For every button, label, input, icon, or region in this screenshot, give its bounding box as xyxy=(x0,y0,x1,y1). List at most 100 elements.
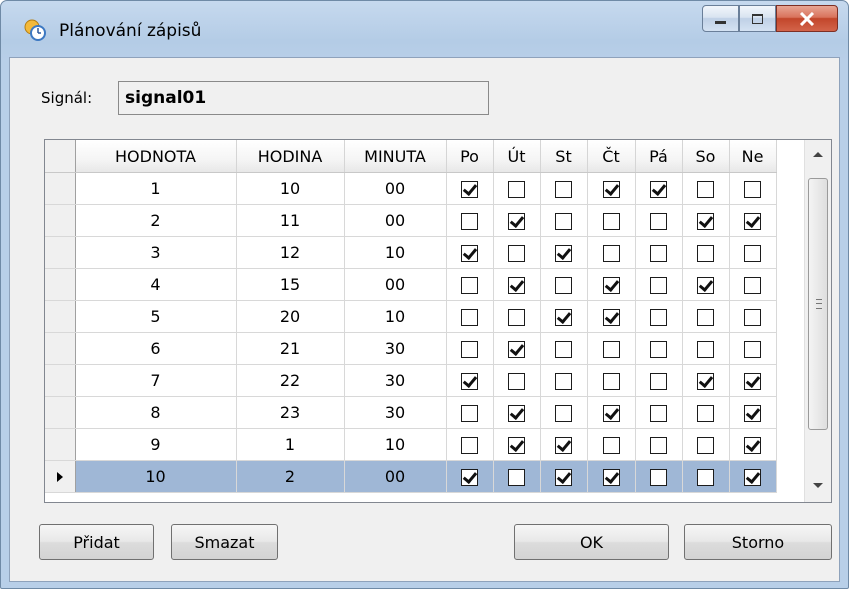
schedule-grid[interactable]: HODNOTA HODINA MINUTA Po Út St Čt Pá So … xyxy=(44,139,832,503)
table-row[interactable]: 5 20 10 xyxy=(45,300,777,333)
column-header-po[interactable]: Po xyxy=(446,140,494,173)
checkbox-pa[interactable] xyxy=(650,213,667,230)
checkbox-ne[interactable] xyxy=(744,213,761,230)
cell-minuta[interactable]: 00 xyxy=(344,460,447,493)
row-header[interactable] xyxy=(45,268,76,301)
checkbox-st[interactable] xyxy=(555,309,572,326)
row-header[interactable] xyxy=(45,364,76,397)
checkbox-ne[interactable] xyxy=(744,309,761,326)
checkbox-pa[interactable] xyxy=(650,245,667,262)
cell-hodnota[interactable]: 7 xyxy=(75,364,237,397)
checkbox-ut[interactable] xyxy=(508,181,525,198)
checkbox-so[interactable] xyxy=(697,277,714,294)
checkbox-po[interactable] xyxy=(461,405,478,422)
checkbox-pa[interactable] xyxy=(650,341,667,358)
column-header-ne[interactable]: Ne xyxy=(729,140,777,173)
cell-hodina[interactable]: 1 xyxy=(236,428,345,461)
scroll-up-icon[interactable] xyxy=(813,152,823,157)
cell-minuta[interactable]: 30 xyxy=(344,396,447,429)
column-header-ct[interactable]: Čt xyxy=(587,140,636,173)
column-header-hodnota[interactable]: HODNOTA xyxy=(75,140,237,173)
row-header[interactable] xyxy=(45,332,76,365)
checkbox-ut[interactable] xyxy=(508,309,525,326)
checkbox-pa[interactable] xyxy=(650,309,667,326)
checkbox-st[interactable] xyxy=(555,437,572,454)
row-header[interactable] xyxy=(45,300,76,333)
cell-minuta[interactable]: 10 xyxy=(344,236,447,269)
cell-hodina[interactable]: 15 xyxy=(236,268,345,301)
row-header[interactable] xyxy=(45,236,76,269)
checkbox-ne[interactable] xyxy=(744,277,761,294)
checkbox-ct[interactable] xyxy=(602,437,620,454)
column-header-so[interactable]: So xyxy=(682,140,730,173)
checkbox-ut[interactable] xyxy=(508,277,525,294)
cell-hodnota[interactable]: 3 xyxy=(75,236,237,269)
checkbox-so[interactable] xyxy=(697,181,714,198)
checkbox-po[interactable] xyxy=(461,181,478,198)
table-row[interactable]: 4 15 00 xyxy=(45,268,777,301)
cell-minuta[interactable]: 00 xyxy=(344,172,447,205)
checkbox-ct[interactable] xyxy=(602,373,620,390)
cell-hodina[interactable]: 12 xyxy=(236,236,345,269)
table-row[interactable]: 8 23 30 xyxy=(45,396,777,429)
checkbox-po[interactable] xyxy=(461,277,478,294)
checkbox-pa[interactable] xyxy=(650,405,667,422)
checkbox-so[interactable] xyxy=(697,213,714,230)
cell-minuta[interactable]: 10 xyxy=(344,428,447,461)
table-row[interactable]: 7 22 30 xyxy=(45,364,777,397)
checkbox-st[interactable] xyxy=(555,181,572,198)
cell-hodnota[interactable]: 1 xyxy=(75,172,237,205)
scrollbar-thumb[interactable] xyxy=(808,178,828,430)
maximize-button[interactable] xyxy=(739,5,776,32)
checkbox-st[interactable] xyxy=(555,341,572,358)
cell-hodina[interactable]: 2 xyxy=(236,460,345,493)
checkbox-ne[interactable] xyxy=(744,437,761,454)
checkbox-st[interactable] xyxy=(555,245,572,262)
delete-button[interactable]: Smazat xyxy=(171,524,278,560)
cell-minuta[interactable]: 10 xyxy=(344,300,447,333)
checkbox-ut[interactable] xyxy=(508,437,525,454)
checkbox-ct[interactable] xyxy=(602,341,620,358)
row-header[interactable] xyxy=(45,204,76,237)
cell-hodnota[interactable]: 6 xyxy=(75,332,237,365)
minimize-button[interactable] xyxy=(702,5,739,32)
checkbox-ne[interactable] xyxy=(744,469,761,486)
checkbox-ut[interactable] xyxy=(508,469,525,486)
checkbox-ut[interactable] xyxy=(508,373,525,390)
checkbox-ct[interactable] xyxy=(602,309,620,326)
row-header[interactable] xyxy=(45,396,76,429)
cell-hodina[interactable]: 20 xyxy=(236,300,345,333)
checkbox-pa[interactable] xyxy=(650,373,667,390)
checkbox-pa[interactable] xyxy=(650,277,667,294)
row-header[interactable] xyxy=(45,428,76,461)
checkbox-so[interactable] xyxy=(697,405,714,422)
checkbox-ct[interactable] xyxy=(602,245,620,262)
checkbox-po[interactable] xyxy=(461,373,478,390)
checkbox-st[interactable] xyxy=(555,469,572,486)
checkbox-st[interactable] xyxy=(555,373,572,390)
column-header-pa[interactable]: Pá xyxy=(635,140,683,173)
checkbox-so[interactable] xyxy=(697,437,714,454)
checkbox-ct[interactable] xyxy=(602,405,620,422)
close-button[interactable] xyxy=(776,5,838,32)
checkbox-so[interactable] xyxy=(697,245,714,262)
column-header-st[interactable]: St xyxy=(540,140,588,173)
vertical-scrollbar[interactable] xyxy=(804,140,831,502)
cell-hodina[interactable]: 22 xyxy=(236,364,345,397)
checkbox-po[interactable] xyxy=(461,469,478,486)
checkbox-ut[interactable] xyxy=(508,245,525,262)
cell-hodina[interactable]: 10 xyxy=(236,172,345,205)
checkbox-po[interactable] xyxy=(461,437,478,454)
checkbox-so[interactable] xyxy=(697,373,714,390)
cell-minuta[interactable]: 00 xyxy=(344,268,447,301)
cell-minuta[interactable]: 30 xyxy=(344,364,447,397)
cancel-button[interactable]: Storno xyxy=(684,524,832,560)
checkbox-ut[interactable] xyxy=(508,405,525,422)
checkbox-ut[interactable] xyxy=(508,341,525,358)
checkbox-ne[interactable] xyxy=(744,373,761,390)
column-header-ut[interactable]: Út xyxy=(493,140,541,173)
checkbox-pa[interactable] xyxy=(650,181,667,198)
cell-minuta[interactable]: 30 xyxy=(344,332,447,365)
table-row[interactable]: 2 11 00 xyxy=(45,204,777,237)
checkbox-ne[interactable] xyxy=(744,405,761,422)
